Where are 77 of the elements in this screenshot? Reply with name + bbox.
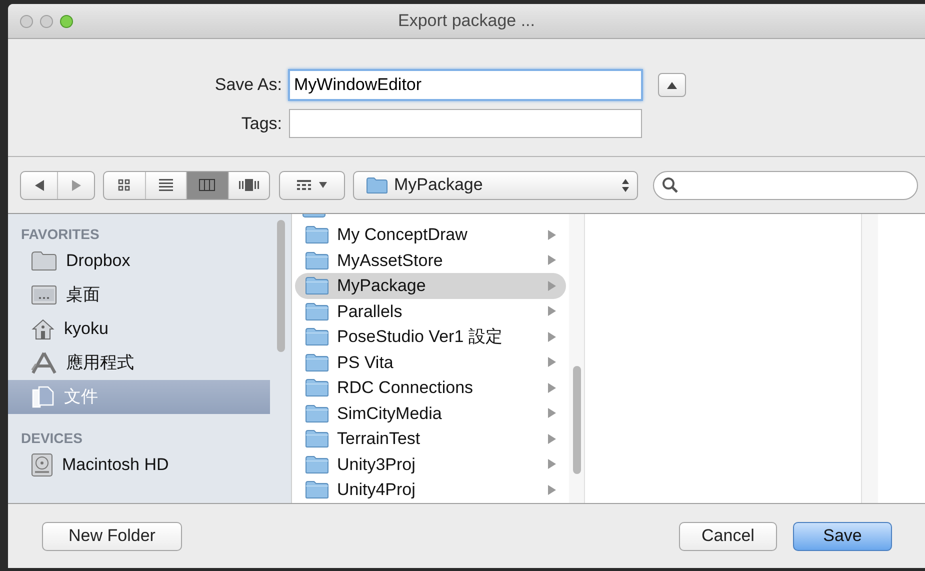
disclosure-arrow-icon [548, 230, 556, 240]
caret-icon [319, 182, 327, 188]
folder-row[interactable]: My ConceptDraw [295, 222, 566, 248]
folder-icon [305, 454, 329, 474]
save-as-field[interactable]: MyWindowEditor [288, 69, 643, 101]
scrollbar-thumb[interactable] [572, 366, 580, 474]
tags-label: Tags: [240, 112, 283, 135]
sidebar-section-header: FAVORITES [20, 225, 100, 244]
folder-icon [305, 429, 329, 448]
desktop-icon [31, 285, 57, 305]
folder-icon [305, 404, 329, 423]
disclosure-arrow-icon [548, 434, 556, 444]
disclosure-arrow-icon [548, 280, 556, 291]
arrange-button[interactable] [279, 170, 345, 200]
folder-row[interactable]: TerrainTest [295, 426, 566, 452]
folder-row[interactable]: Unity3Proj [295, 452, 566, 477]
sidebar-section-header: DEVICES [20, 429, 84, 448]
folder-row[interactable]: SimCityMedia [295, 400, 566, 426]
location-popup[interactable]: MyPackage [353, 170, 638, 200]
disclosure-arrow-icon [548, 459, 556, 470]
sidebar-item[interactable]: Dropbox [8, 244, 270, 278]
default-button[interactable]: Save [793, 522, 892, 550]
zoom-button[interactable] [60, 14, 73, 28]
stepper-arrows-icon [622, 178, 629, 192]
disclosure-arrow-icon [548, 332, 556, 342]
folder-row[interactable]: RDC Connections [295, 375, 566, 400]
tags-field[interactable] [289, 109, 642, 138]
search-icon [662, 177, 678, 193]
folder-row[interactable]: MyPackage [295, 273, 566, 298]
sidebar-item[interactable]: 桌面 [8, 278, 270, 312]
scrollbar-thumb[interactable] [276, 220, 284, 352]
triangle-right-icon [72, 180, 80, 190]
disclosure-arrow-icon [548, 484, 556, 495]
folder-row[interactable]: MyAssetStore [295, 248, 566, 273]
folder-icon [31, 251, 57, 271]
view-mode-button[interactable] [187, 172, 228, 198]
push-button[interactable]: Cancel [679, 522, 777, 550]
folder-icon [305, 352, 329, 372]
expand-button[interactable] [658, 73, 686, 97]
sidebar-item[interactable]: Macintosh HD [8, 448, 270, 482]
folder-row[interactable]: PS Vita [295, 350, 566, 375]
sidebar-item[interactable]: kyoku [8, 312, 270, 346]
disclosure-arrow-icon [548, 357, 556, 368]
disclosure-arrow-icon [548, 255, 556, 266]
documents-icon [31, 386, 55, 408]
save-as-label: Save As: [214, 74, 283, 96]
cover-flow-icon [238, 179, 259, 191]
folder-icon [305, 378, 329, 398]
folder-icon [366, 176, 388, 194]
column-view-icon [199, 179, 216, 191]
disclosure-arrow-icon [548, 306, 556, 316]
grid-icon [297, 180, 311, 190]
hard-drive-icon [31, 453, 53, 477]
folder-row[interactable]: PoseStudio Ver1 設定 [295, 324, 566, 350]
triangle-left-icon [34, 180, 44, 190]
folder-icon [302, 214, 326, 218]
minimize-button[interactable] [40, 14, 53, 28]
folder-row[interactable]: Parallels [295, 298, 566, 324]
window-title: Export package ... [398, 10, 536, 32]
folder-icon [305, 250, 329, 270]
push-button[interactable]: New Folder [42, 522, 182, 550]
folder-icon [305, 327, 329, 346]
search-field[interactable] [653, 170, 918, 200]
folder-icon [305, 480, 329, 500]
list-view-icon [158, 179, 173, 191]
house-icon [31, 318, 55, 340]
triangle-up-icon [667, 82, 677, 88]
folder-row[interactable]: Unity4Proj [295, 477, 566, 502]
icon-view-icon [118, 179, 130, 191]
sidebar-item[interactable]: 應用程式 [8, 346, 270, 380]
folder-icon [305, 276, 329, 296]
folder-icon [305, 302, 329, 321]
close-button[interactable] [20, 14, 33, 28]
folder-icon [305, 225, 329, 244]
disclosure-arrow-icon [548, 408, 556, 418]
compass-a-icon [31, 352, 57, 374]
disclosure-arrow-icon [548, 382, 556, 393]
